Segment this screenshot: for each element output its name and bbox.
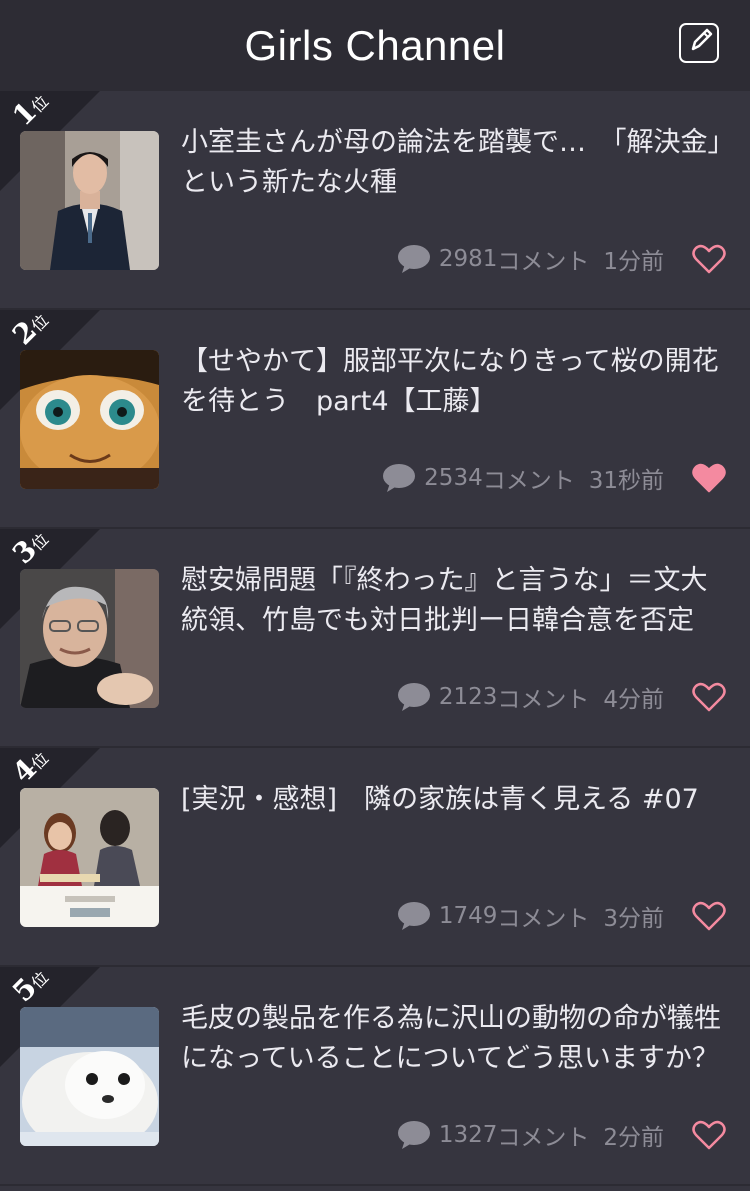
thumbnail[interactable] [20,788,159,927]
topic-meta: 1749 コメント 3分前 [397,897,726,935]
comment-label: コメント [482,468,575,494]
heart-icon[interactable] [692,1120,726,1150]
topic-item[interactable]: 3位 慰安婦問題「『終わった』と言うな」＝文大統領、竹島でも対日批判ー日韓合意を… [0,529,750,748]
comment-count: 2981 [438,246,498,272]
comment-icon [383,464,416,492]
comment-label: コメント [497,906,590,932]
comment-label: コメント [497,249,590,275]
heart-icon[interactable] [692,901,726,931]
thumbnail[interactable] [20,569,159,708]
seal-pup-photo [20,1007,159,1146]
topic-item[interactable]: 2位 【せやかて】服部平次になりきって桜の開花を待とう part4【工藤】 25… [0,310,750,529]
topic-meta: 2981 コメント 1分前 [397,240,726,278]
topic-title[interactable]: 毛皮の製品を作る為に沢山の動物の命が犠牲になっていることについてどう思いますか？ [181,999,726,1079]
comment-label: コメント [497,687,590,713]
heart-filled-icon[interactable] [692,463,726,493]
topic-meta: 2534 コメント 31秒前 [382,459,726,497]
comment-count: 2534 [424,465,483,491]
comment-icon [397,683,430,711]
topic-title[interactable]: 【せやかて】服部平次になりきって桜の開花を待とう part4【工藤】 [181,342,726,422]
comment-icon [397,902,430,930]
man-in-suit-photo [20,131,159,270]
thumbnail[interactable] [20,131,159,270]
topic-title[interactable]: 小室圭さんが母の論法を踏襲で… 「解決金」という新たな火種 [181,123,726,203]
post-time: 31秒前 [588,468,664,494]
topic-list: 1位 小室圭さんが母の論法を踏襲で… 「解決金」という新たな火種 2981 コメン… [0,91,750,1186]
heart-icon[interactable] [692,244,726,274]
thumbnail[interactable] [20,350,159,489]
app-header: Girls Channel [0,0,750,91]
drama-still-photo [20,788,159,927]
comment-label: コメント [497,1125,590,1151]
thumbnail[interactable] [20,1007,159,1146]
comment-count: 1749 [438,903,498,929]
topic-item[interactable]: 1位 小室圭さんが母の論法を踏襲で… 「解決金」という新たな火種 2981 コメン… [0,91,750,310]
comment-count: 2123 [438,684,498,710]
topic-item[interactable]: 5位 毛皮の製品を作る為に沢山の動物の命が犠牲になっていることについてどう思いま… [0,967,750,1186]
anime-character-photo [20,350,159,489]
app-title: Girls Channel [244,21,506,69]
post-time: 1分前 [603,249,664,275]
post-time: 2分前 [603,1125,664,1151]
comment-icon [397,245,430,273]
topic-item[interactable]: 4位 [実況・感想] 隣の家族は青く見える #07 1749 コメント 3分前 [0,748,750,967]
post-time: 4分前 [603,687,664,713]
topic-title[interactable]: 慰安婦問題「『終わった』と言うな」＝文大統領、竹島でも対日批判ー日韓合意を否定 [181,561,726,641]
comment-icon [397,1121,430,1149]
compose-button[interactable] [679,23,719,63]
topic-meta: 2123 コメント 4分前 [397,678,726,716]
president-photo [20,569,159,708]
topic-title[interactable]: [実況・感想] 隣の家族は青く見える #07 [181,780,726,820]
compose-icon [691,28,713,51]
topic-meta: 1327 コメント 2分前 [397,1116,726,1154]
post-time: 3分前 [603,906,664,932]
heart-icon[interactable] [692,682,726,712]
comment-count: 1327 [438,1122,498,1148]
